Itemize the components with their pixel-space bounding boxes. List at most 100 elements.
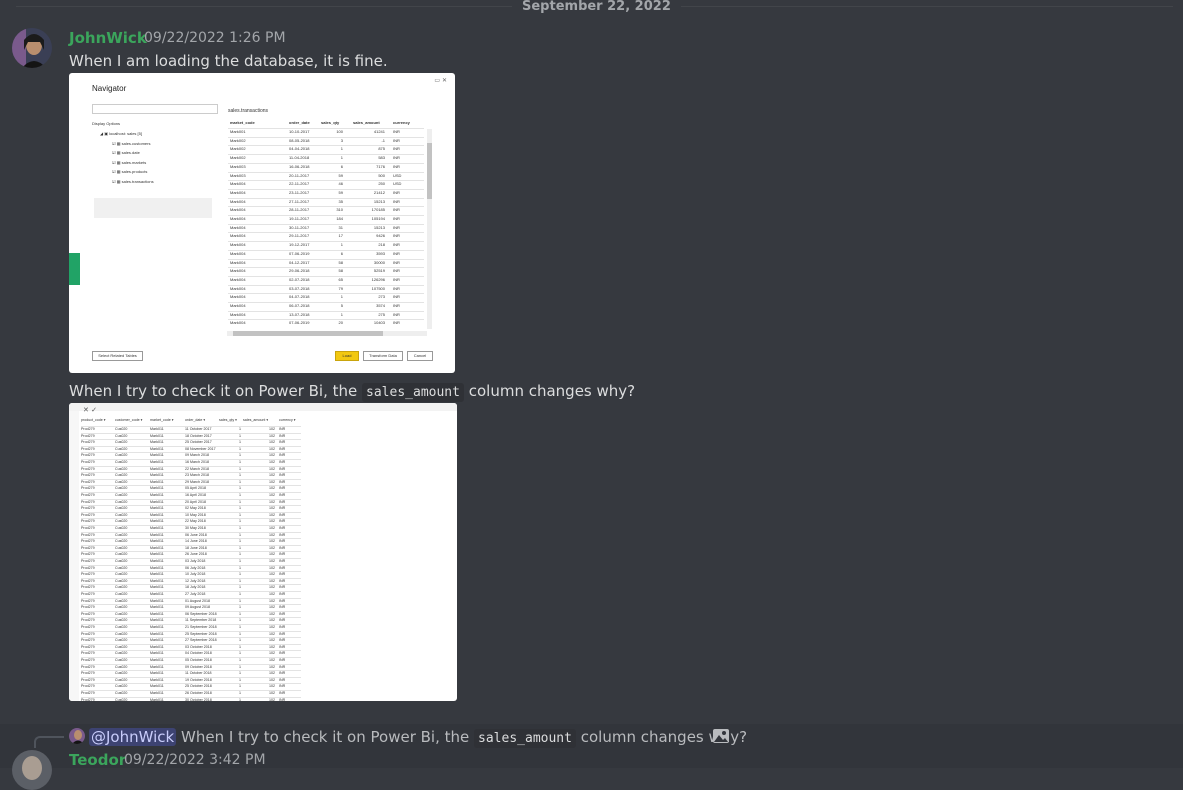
data-cell: INR <box>279 493 286 497</box>
data-col-header: currency ▾ <box>279 418 296 422</box>
preview-cell: Mark004 <box>230 242 246 248</box>
transform-data-button[interactable]: Transform Data <box>363 351 403 361</box>
data-cell: 102 <box>269 552 275 557</box>
data-cell: Cus020 <box>115 506 128 511</box>
data-cell: 26 June 2018 <box>185 552 207 557</box>
data-cell: 1 <box>239 605 241 610</box>
preview-cell: INR <box>393 137 400 143</box>
data-cell: 1 <box>239 592 241 596</box>
data-cell: INR <box>279 697 286 701</box>
scrollbar-track[interactable] <box>427 129 432 329</box>
navigator-screenshot[interactable]: ▭ ✕ Navigator Display Options ◢ ▣ localh… <box>69 73 455 373</box>
preview-cell: 28-11-2017 <box>289 207 310 213</box>
h-scrollbar[interactable] <box>227 331 427 336</box>
select-related-button[interactable]: Select Related Tables <box>92 351 143 361</box>
preview-cell: Mark004 <box>230 285 246 291</box>
data-cell: 102 <box>269 440 275 445</box>
data-cell: INR <box>279 598 286 603</box>
data-cell: Mark011 <box>150 592 164 596</box>
data-cell: 1 <box>239 671 241 676</box>
reply-preview[interactable]: @JohnWick When I try to check it on Powe… <box>89 728 747 748</box>
preview-col-header: market_code <box>230 120 255 125</box>
data-cell: 1 <box>239 506 241 511</box>
avatar-teodor[interactable] <box>12 750 52 790</box>
data-cell: Mark011 <box>150 658 164 662</box>
navigator-search-box <box>92 104 218 114</box>
preview-cell: Mark001 <box>230 129 246 134</box>
load-button[interactable]: Load <box>335 351 359 361</box>
preview-cell: 3574 <box>376 303 385 308</box>
message-timestamp[interactable]: 09/22/2022 1:26 PM <box>144 30 286 46</box>
data-cell: 09 October 2018 <box>185 664 212 669</box>
avatar-johnwick[interactable] <box>12 28 52 68</box>
data-cell: Prod279 <box>81 572 95 577</box>
data-cell: Cus020 <box>115 427 128 431</box>
data-cell: Mark011 <box>150 572 164 577</box>
data-cell: Mark011 <box>150 479 164 484</box>
preview-cell: 58 <box>338 268 343 274</box>
author-johnwick[interactable]: JohnWick <box>69 29 147 47</box>
data-cell: INR <box>279 460 286 464</box>
data-cell: Cus020 <box>115 433 128 438</box>
data-cell: 1 <box>239 598 241 603</box>
data-cell: INR <box>279 479 286 484</box>
author-teodor[interactable]: Teodor <box>69 751 126 769</box>
preview-cell: 22-11-2017 <box>289 181 310 187</box>
data-col-header: sales_qty ▾ <box>219 418 237 422</box>
data-cell: Prod279 <box>81 638 95 643</box>
data-cell: 1 <box>239 545 241 550</box>
data-cell: Prod279 <box>81 631 95 636</box>
preview-cell: USD <box>393 172 402 178</box>
data-cell: Mark011 <box>150 559 164 563</box>
preview-col-header: sales_amount <box>353 120 380 125</box>
data-cell: INR <box>279 671 286 676</box>
data-cell: 102 <box>269 532 275 537</box>
data-cell: INR <box>279 677 286 682</box>
tree-selection-bg <box>94 198 212 218</box>
preview-cell: Mark004 <box>230 189 246 195</box>
data-cell: 16 March 2018 <box>185 460 209 464</box>
data-cell: 09 March 2018 <box>185 453 209 458</box>
data-cell: 102 <box>269 611 275 616</box>
preview-cell: Mark004 <box>230 250 246 256</box>
window-controls-icon: ▭ ✕ <box>434 77 447 84</box>
image-icon <box>712 728 730 744</box>
data-cell: Prod279 <box>81 440 95 445</box>
data-cell: INR <box>279 651 286 656</box>
preview-cell: Mark002 <box>230 146 246 152</box>
preview-cell: 19-12-2017 <box>289 242 310 248</box>
data-cell: Prod279 <box>81 539 95 544</box>
data-cell: 14 June 2018 <box>185 539 207 544</box>
preview-cell: Mark004 <box>230 233 246 239</box>
data-cell: Cus020 <box>115 552 128 557</box>
preview-cell: INR <box>393 320 400 326</box>
data-cell: Cus020 <box>115 539 128 544</box>
data-cell: 27 September 2018 <box>185 638 217 643</box>
data-cell: 30 October 2018 <box>185 697 212 701</box>
data-cell: 05 April 2018 <box>185 486 206 491</box>
data-cell: Prod279 <box>81 460 95 464</box>
data-cell: Prod279 <box>81 559 95 563</box>
data-cell: 06 June 2018 <box>185 532 207 537</box>
data-cell: Cus020 <box>115 651 128 656</box>
preview-cell: Mark004 <box>230 207 246 213</box>
cancel-button[interactable]: Cancel <box>407 351 433 361</box>
data-cell: Mark011 <box>150 545 164 550</box>
data-cell: INR <box>279 691 286 695</box>
data-cell: Mark011 <box>150 618 164 623</box>
preview-cell: INR <box>393 146 400 152</box>
data-cell: Mark011 <box>150 605 164 610</box>
preview-cell: 07-06-2019 <box>289 320 310 326</box>
powerbi-screenshot[interactable]: ✕ ✓ product_code ▾ customer_code ▾ market_… <box>69 403 457 701</box>
message2-timestamp[interactable]: 09/22/2022 3:42 PM <box>124 752 266 768</box>
data-cell: 1 <box>239 559 241 563</box>
data-cell: Prod279 <box>81 691 95 695</box>
data-cell: 1 <box>239 440 241 445</box>
data-cell: Prod279 <box>81 545 95 550</box>
data-cell: 102 <box>269 565 275 570</box>
reply-mention[interactable]: @JohnWick <box>89 728 177 746</box>
data-cell: 102 <box>269 499 275 504</box>
data-cell: Cus020 <box>115 658 128 662</box>
data-cell: Mark011 <box>150 512 164 517</box>
data-cell: INR <box>279 532 286 537</box>
